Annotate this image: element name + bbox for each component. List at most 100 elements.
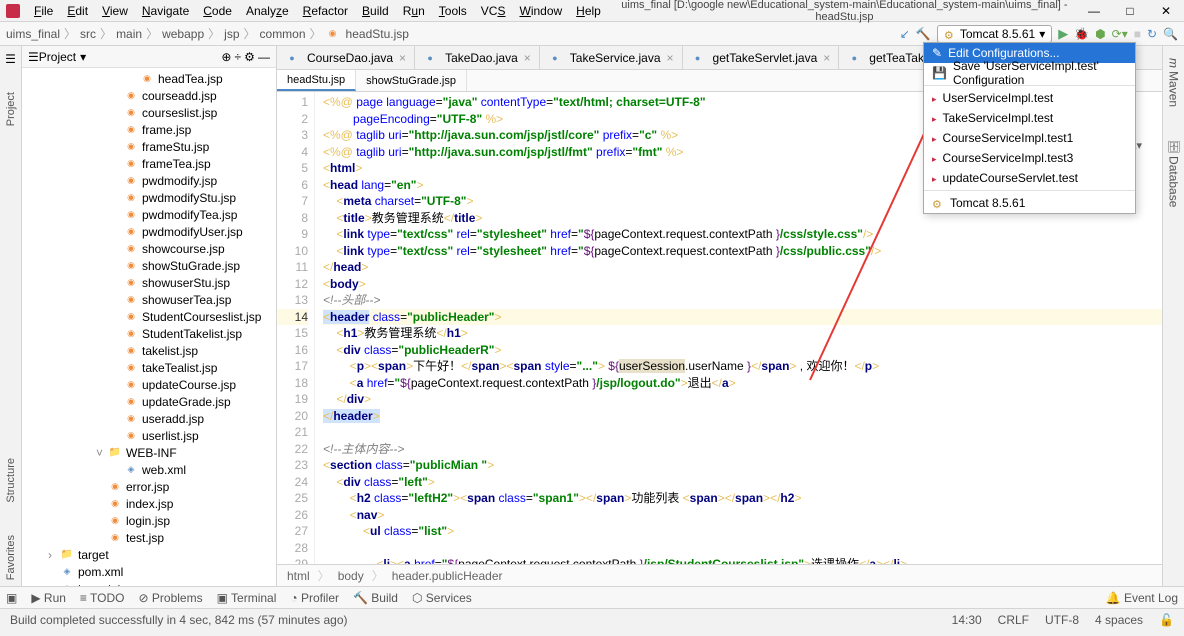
line-gutter[interactable]: 1234567891011121314151617181920212223242… [277,92,315,564]
project-tree[interactable]: headTea.jspcourseadd.jspcourseslist.jspf… [22,68,276,586]
menu-edit[interactable]: Edit [61,2,94,20]
coverage-button[interactable]: ⬢ [1095,27,1105,41]
search-icon[interactable]: 🔍 [1163,27,1178,41]
structure-tab[interactable]: Structure [3,452,19,509]
indent-info[interactable]: 4 spaces [1095,613,1143,627]
tree-item[interactable]: takelist.jsp [22,342,276,359]
tree-item[interactable]: takeTealist.jsp [22,359,276,376]
tree-item[interactable]: pwdmodifyStu.jsp [22,189,276,206]
hide-icon[interactable]: — [258,50,270,64]
tree-item[interactable]: web.xml [22,461,276,478]
run-tool[interactable]: ▶ Run [31,591,66,605]
menu-window[interactable]: Window [513,2,568,20]
dropdown-item[interactable]: updateCourseServlet.test [924,168,1135,188]
menu-help[interactable]: Help [570,2,607,20]
menu-refactor[interactable]: Refactor [297,2,354,20]
tree-item[interactable]: headTea.jsp [22,70,276,87]
editor-tab[interactable]: CourseDao.java× [277,46,415,69]
crumb-item[interactable]: header.publicHeader [392,569,503,583]
nav-back-icon[interactable]: ↙ [900,27,910,41]
tree-item[interactable]: index.jsp [22,495,276,512]
tree-item[interactable]: frameTea.jsp [22,155,276,172]
services-tool[interactable]: ⬡ Services [412,591,472,605]
tree-item[interactable]: StudentCourseslist.jsp [22,308,276,325]
profile-button[interactable]: ⟳▾ [1112,27,1128,41]
database-tab[interactable]: 🗄 Database [1165,133,1183,213]
tree-item[interactable]: ˅WEB-INF [22,444,276,461]
tree-item[interactable]: pwdmodifyUser.jsp [22,223,276,240]
crumb-item[interactable]: html [287,569,310,583]
line-separator[interactable]: CRLF [998,613,1029,627]
breadcrumb-item[interactable]: uims_final [6,27,60,41]
menu-tools[interactable]: Tools [433,2,473,20]
tree-item[interactable]: pom.xml [22,563,276,580]
maximize-button[interactable]: □ [1118,4,1142,18]
toolwin-icon[interactable]: ▣ [6,591,17,605]
event-log-tool[interactable]: 🔔 Event Log [1106,591,1178,605]
close-icon[interactable]: × [399,51,406,65]
menu-analyze[interactable]: Analyze [240,2,295,20]
tree-item[interactable]: ›target [22,546,276,563]
tree-item[interactable]: showcourse.jsp [22,240,276,257]
close-icon[interactable]: × [823,51,830,65]
tree-item[interactable]: login.jsp [22,512,276,529]
file-encoding[interactable]: UTF-8 [1045,613,1079,627]
menu-run[interactable]: Run [397,2,431,20]
tree-item[interactable]: StudentTakelist.jsp [22,325,276,342]
expand-icon[interactable]: ÷ [235,50,242,64]
dropdown-item[interactable]: UserServiceImpl.test [924,88,1135,108]
profiler-tool[interactable]: ◔ Profiler [290,591,339,605]
editor-subtab[interactable]: showStuGrade.jsp [356,70,467,91]
readonly-icon[interactable]: 🔓 [1159,613,1174,627]
menu-vcs[interactable]: VCS [475,2,512,20]
breadcrumb[interactable]: uims_final〉 src〉 main〉 webapp〉 jsp〉 comm… [6,25,409,42]
dropdown-item[interactable]: TakeServiceImpl.test [924,108,1135,128]
tree-item[interactable]: updateCourse.jsp [22,376,276,393]
breadcrumb-item[interactable]: headStu.jsp [346,27,409,41]
editor-subtab[interactable]: headStu.jsp [277,70,356,91]
problems-tool[interactable]: ⊘ Problems [139,591,203,605]
dropdown-item[interactable]: Tomcat 8.5.61 [924,193,1135,213]
menu-code[interactable]: Code [197,2,238,20]
todo-tool[interactable]: ≡ TODO [80,591,125,605]
debug-button[interactable]: 🐞 [1074,27,1089,41]
update-button[interactable]: ↻ [1147,27,1157,41]
project-header[interactable]: ☰ Project ▾ ⊕ ÷ ⚙ — [22,46,276,68]
run-config-dropdown[interactable]: ✎Edit Configurations...💾Save 'UserServic… [923,42,1136,214]
close-icon[interactable]: × [667,51,674,65]
menu-navigate[interactable]: Navigate [136,2,195,20]
breadcrumb-item[interactable]: src [80,27,96,41]
menu-file[interactable]: File [28,2,59,20]
tree-item[interactable]: useradd.jsp [22,410,276,427]
project-tab[interactable]: Project [3,86,19,132]
dropdown-item[interactable]: CourseServiceImpl.test3 [924,148,1135,168]
breadcrumb-item[interactable]: main [116,27,142,41]
close-button[interactable]: ✕ [1154,4,1178,18]
select-opened-icon[interactable]: ⊕ [221,50,231,64]
terminal-tool[interactable]: ▣ Terminal [217,591,277,605]
tree-item[interactable]: showuserTea.jsp [22,291,276,308]
tree-item[interactable]: courseslist.jsp [22,104,276,121]
stop-button[interactable]: ■ [1134,27,1141,41]
run-config-selector[interactable]: Tomcat 8.5.61 ▾ [937,25,1052,43]
tree-item[interactable]: userlist.jsp [22,427,276,444]
tree-item[interactable]: showStuGrade.jsp [22,257,276,274]
editor-tab[interactable]: TakeService.java× [540,46,683,69]
project-tab-icon[interactable]: ☰ [5,52,16,66]
breadcrumb-item[interactable]: common [260,27,306,41]
minimize-button[interactable]: — [1082,4,1106,18]
menu-build[interactable]: Build [356,2,395,20]
tree-item[interactable]: temp.txt [22,580,276,586]
tree-item[interactable]: pwdmodifyTea.jsp [22,206,276,223]
caret-position[interactable]: 14:30 [952,613,982,627]
run-button[interactable]: ▶ [1058,26,1068,42]
build-icon[interactable]: 🔨 [916,27,931,41]
tree-item[interactable]: frameStu.jsp [22,138,276,155]
maven-tab[interactable]: m Maven [1165,52,1183,113]
menu-view[interactable]: View [96,2,134,20]
tree-item[interactable]: frame.jsp [22,121,276,138]
gear-icon[interactable]: ⚙ [244,50,255,64]
dropdown-item[interactable]: CourseServiceImpl.test1 [924,128,1135,148]
editor-tab[interactable]: TakeDao.java× [415,46,540,69]
tree-item[interactable]: updateGrade.jsp [22,393,276,410]
